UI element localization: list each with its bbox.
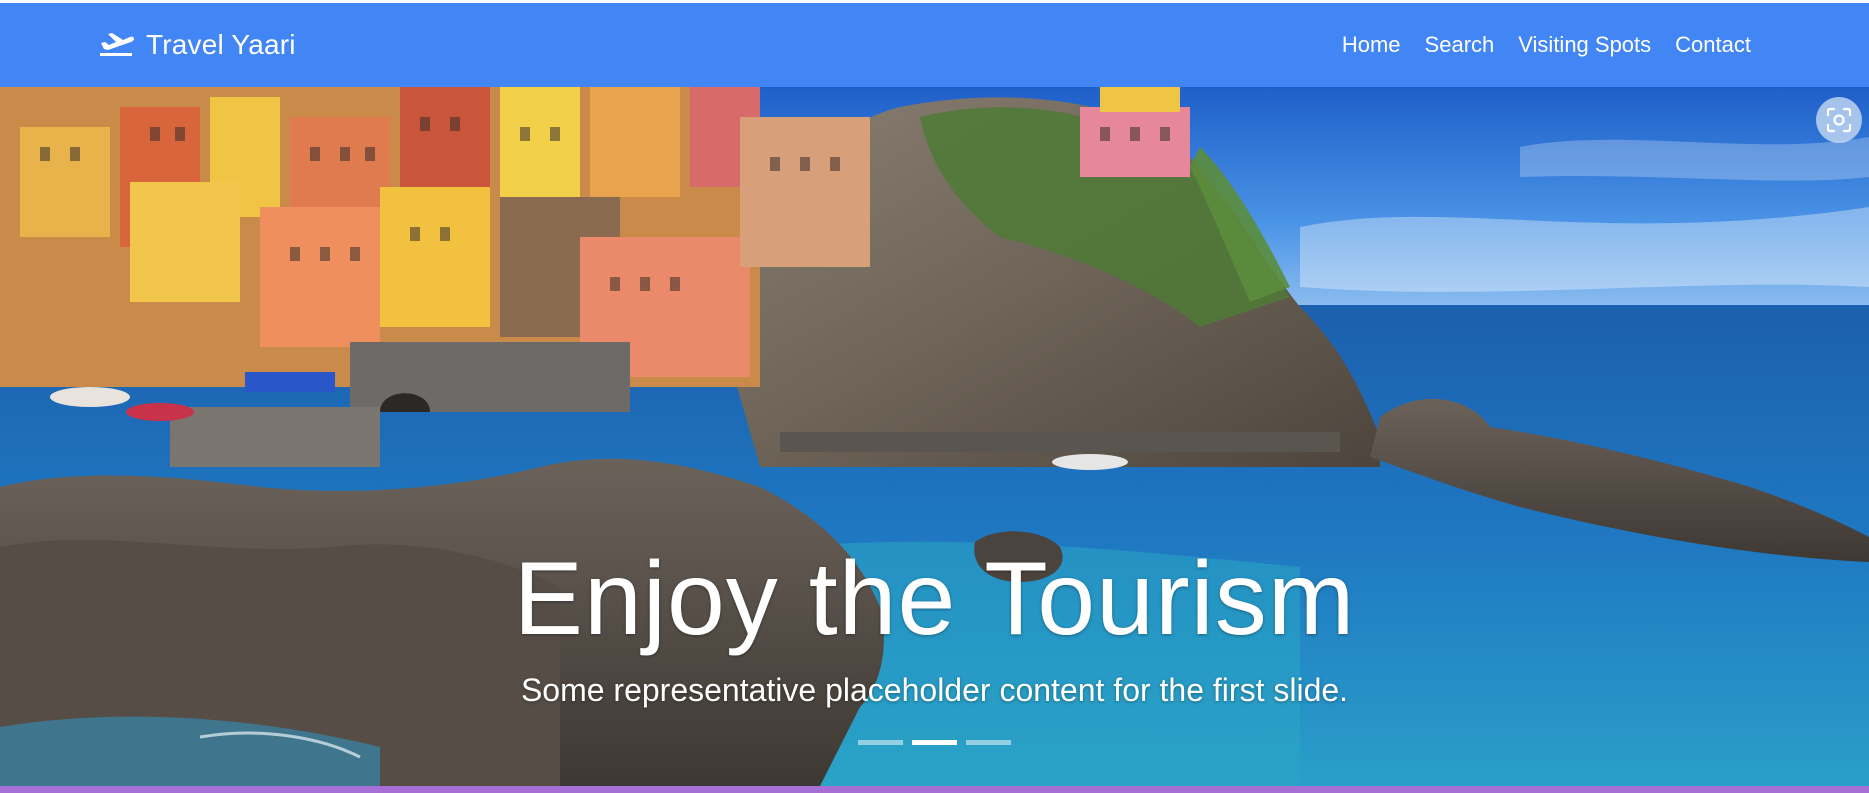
image-search-icon [1826,107,1852,133]
image-search-button[interactable] [1816,97,1862,143]
carousel-indicators [0,740,1869,745]
hero-carousel: Enjoy the Tourism Some representative pl… [0,87,1869,786]
brand-name: Travel Yaari [146,29,296,60]
nav-contact-link[interactable]: Contact [1675,32,1751,58]
navbar: Travel Yaari Home Search Visiting Spots … [0,3,1869,87]
nav-links: Home Search Visiting Spots Contact [1342,32,1751,58]
carousel-indicator-active[interactable] [912,740,957,745]
nav-visiting-spots-link[interactable]: Visiting Spots [1518,32,1651,58]
slide-title: Enjoy the Tourism [513,541,1356,657]
carousel-indicator[interactable] [858,740,903,745]
slide-caption: Some representative placeholder content … [520,672,1349,708]
brand[interactable]: Travel Yaari [96,31,296,59]
nav-home-link[interactable]: Home [1342,32,1401,58]
carousel-indicator[interactable] [966,740,1011,745]
section-divider [0,786,1869,793]
nav-search-link[interactable]: Search [1425,32,1495,58]
airplane-departure-icon [100,33,134,56]
